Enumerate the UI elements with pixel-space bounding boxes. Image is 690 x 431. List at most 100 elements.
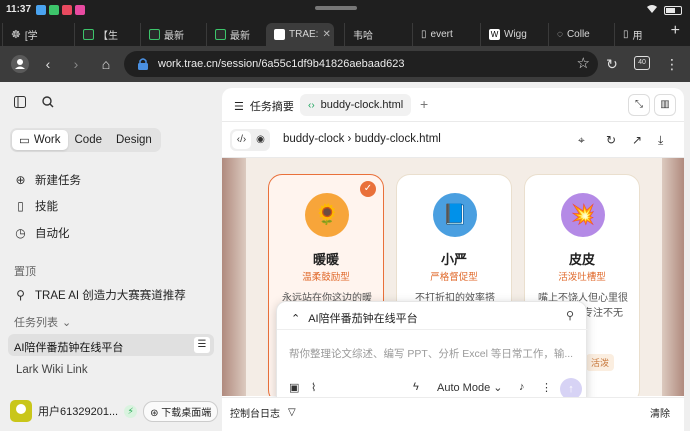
tab-label: Colle [566, 29, 590, 40]
browser-tab[interactable]: 韦哈 [344, 23, 410, 46]
app-icon [49, 5, 59, 15]
browser-toolbar: ‹ › ⌂ work.trae.cn/session/6a55c1df9b418… [0, 46, 690, 82]
download-desktop-button[interactable]: ⊛ 下载桌面端 [143, 400, 219, 422]
system-tray [646, 4, 682, 17]
search-icon[interactable] [42, 96, 54, 111]
chat-composer: ⌃ AI陪伴番茄钟在线平台 ⚲ 帮你整理论文综述、编写 PPT、分析 Excel… [276, 301, 588, 407]
attach-image-icon[interactable]: ▣ [289, 381, 299, 394]
forward-icon[interactable]: › [66, 54, 86, 74]
tab-label: evert [430, 29, 453, 40]
app-icon [62, 5, 72, 15]
split-view-icon[interactable]: ▥ [654, 94, 676, 116]
close-tab-icon[interactable]: ✕ [322, 29, 330, 40]
code-view-icon[interactable]: ‹/› [232, 131, 251, 149]
check-icon: ✓ [360, 181, 376, 197]
tab-label: [学 [24, 31, 38, 42]
home-icon[interactable]: ⌂ [96, 54, 116, 74]
nav-skills[interactable]: ▯ 技能 [14, 198, 58, 214]
browser-tab[interactable]: ☸ [学 [2, 23, 56, 46]
console-label[interactable]: 控制台日志 [230, 405, 280, 420]
browser-tab[interactable]: 最新 [140, 23, 204, 46]
chevron-down-icon: ⌄ [62, 316, 72, 329]
nav-new-task[interactable]: ⊕ 新建任务 [14, 172, 81, 188]
task-item-active[interactable]: AI陪伴番茄钟在线平台 ☰ [8, 334, 214, 356]
add-tab-icon[interactable]: + [420, 96, 428, 112]
user-row: 用户61329201... ⚡ ⊛ 下载桌面端 [10, 400, 219, 422]
user-name[interactable]: 用户61329201... [38, 403, 118, 419]
select-element-icon[interactable]: ⌖ [578, 133, 585, 148]
drag-handle[interactable] [315, 6, 357, 10]
tag-chip: 活泼 [586, 354, 615, 371]
mode-design[interactable]: Design [109, 130, 159, 150]
paperclip-icon[interactable]: ⌇ [311, 381, 316, 394]
browser-tab[interactable]: 【生 [74, 23, 138, 46]
microphone-icon[interactable]: ♪ [519, 381, 525, 393]
share-icon[interactable]: ↗ [632, 133, 642, 147]
address-bar[interactable]: work.trae.cn/session/6a55c1df9b41826aeba… [124, 51, 598, 77]
preview-eye-icon[interactable]: ◉ [251, 129, 270, 151]
site-info-icon[interactable] [136, 57, 150, 71]
mode-label: Work [33, 134, 61, 146]
tab-summary[interactable]: ☰ 任务摘要 [234, 98, 294, 114]
tab-label: 韦哈 [353, 31, 373, 42]
url-text[interactable]: work.trae.cn/session/6a55c1df9b41826aeba… [158, 58, 404, 70]
buddy-type: 活泼吐槽型 [558, 272, 606, 283]
mode-label: Auto Mode [437, 382, 491, 394]
preview-edge [662, 158, 684, 396]
browser-tab[interactable]: 最新 [206, 23, 264, 46]
tab-file[interactable]: ‹› buddy-clock.html [300, 94, 412, 116]
document-icon: ▯ [623, 29, 629, 40]
list-icon[interactable]: ☰ [194, 337, 210, 353]
menu-icon[interactable]: ⋮ [662, 54, 682, 74]
panel-tabs: ☰ 任务摘要 ‹› buddy-clock.html + ⤡ ▥ [222, 88, 684, 122]
console-left: 控制台日志 ▽ [230, 405, 296, 420]
tab-label: 任务摘要 [249, 101, 294, 113]
mode-work[interactable]: ▭ Work [12, 130, 68, 150]
collapse-icon[interactable]: ⤡ [628, 94, 650, 116]
pinned-item[interactable]: ⚲ TRAE AI 创造力大赛赛道推荐 [14, 287, 186, 303]
pin-icon: ⚲ [16, 287, 25, 302]
chevron-up-icon: ⌃ [291, 312, 301, 325]
browser-tab[interactable]: W Wigg [480, 23, 546, 46]
view-toggle: ‹/› ◉ [230, 129, 270, 151]
sunflower-icon: 🌻 [305, 193, 349, 237]
reload-icon[interactable]: ↻ [602, 54, 622, 74]
bear-icon: ☸ [11, 29, 21, 41]
tab-count-button[interactable]: 40 [634, 56, 650, 70]
new-tab-icon[interactable]: + [671, 22, 680, 40]
filter-icon[interactable]: ▽ [288, 407, 296, 418]
clear-button[interactable]: 清除 [650, 405, 670, 420]
tasks-section-label[interactable]: 任务列表 ⌄ [14, 314, 71, 330]
browser-tab[interactable]: ▯ 用 [614, 23, 654, 46]
book-open-icon: ▭ [19, 135, 30, 147]
voice-wave-icon[interactable]: ⋮ [541, 381, 552, 394]
buddy-name: 皮皮 [568, 252, 595, 267]
browser-tab[interactable]: ◌ Colle [548, 23, 614, 46]
pin-icon[interactable]: ⚲ [566, 309, 574, 322]
book-icon: 📘 [433, 193, 477, 237]
document-icon: ▯ [421, 29, 427, 40]
browser-tab[interactable]: ▯ evert [412, 23, 480, 46]
download-icon[interactable]: ⤓ [658, 133, 663, 148]
nav-automation[interactable]: ◷ 自动化 [14, 225, 69, 241]
back-icon[interactable]: ‹ [38, 54, 58, 74]
mode-code[interactable]: Code [68, 130, 110, 150]
buddy-name: 暖暖 [312, 252, 339, 267]
buddy-type: 温柔鼓励型 [302, 272, 350, 283]
bolt-icon[interactable]: ϟ [413, 381, 419, 393]
task-item[interactable]: Lark Wiki Link [16, 364, 88, 376]
sidebar-toggle-icon[interactable] [14, 96, 26, 111]
browser-tab-active[interactable]: TRAE: ✕ [266, 23, 334, 46]
download-icon: ⊛ [150, 407, 159, 419]
app-icon [36, 5, 46, 15]
profile-icon[interactable] [10, 54, 30, 74]
refresh-icon[interactable]: ↻ [606, 133, 616, 147]
composer-header: ⌃ AI陪伴番茄钟在线平台 ⚲ [277, 302, 588, 330]
chat-input[interactable]: 帮你整理论文综述、编写 PPT、分析 Excel 等日常工作，输... [289, 346, 573, 361]
bookmark-star-icon[interactable]: ☆ [577, 54, 590, 72]
avatar[interactable] [10, 400, 32, 422]
browser-window: 11:37 ☸ [学 【生 最新 最新 TRAE: ✕ 韦哈 ▯ evert W… [0, 0, 690, 431]
composer-title-row[interactable]: ⌃ AI陪伴番茄钟在线平台 [291, 310, 418, 326]
mode-select[interactable]: Auto Mode ⌄ [437, 381, 502, 394]
explosion-icon: 💥 [561, 193, 605, 237]
